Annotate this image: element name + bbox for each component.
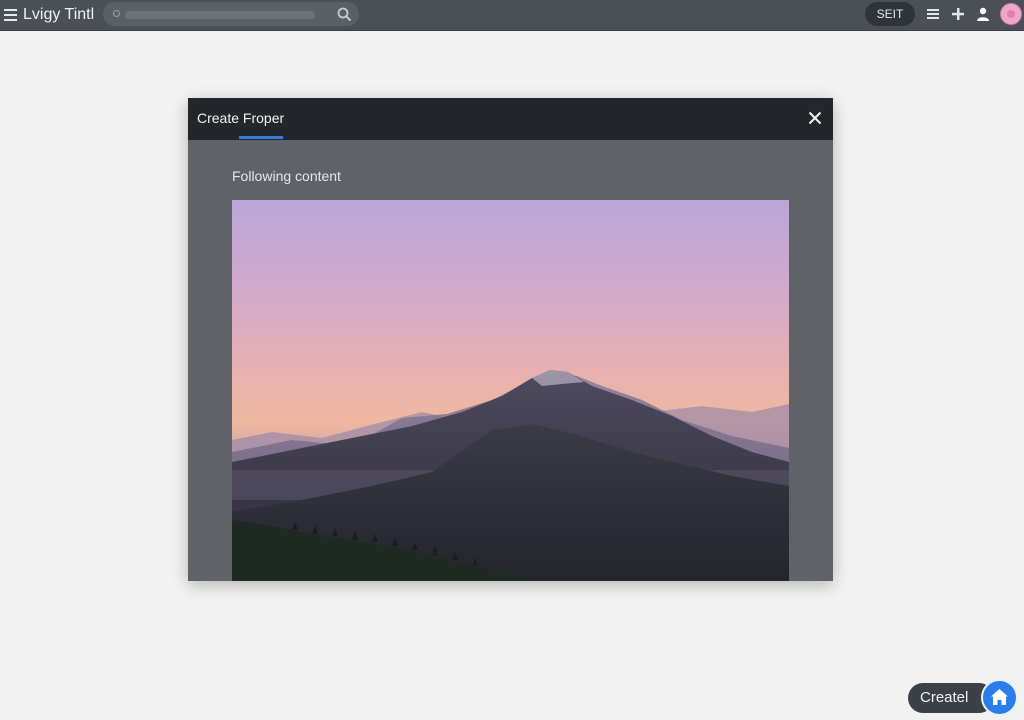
mountain-photo (232, 200, 789, 581)
seit-button[interactable]: SEIT (865, 2, 915, 26)
home-icon (991, 689, 1008, 705)
section-label: Following content (232, 168, 341, 184)
create-dialog: Create Froper Following content (188, 98, 833, 581)
dialog-header: Create Froper (188, 98, 833, 140)
plus-icon[interactable] (950, 6, 966, 22)
search-small-icon (113, 10, 120, 17)
search-input[interactable] (125, 5, 415, 25)
app-title: Lvigy Tintl (23, 6, 95, 23)
avatar[interactable] (1000, 3, 1022, 25)
search-bar[interactable] (103, 2, 415, 26)
top-bar: Lvigy Tintl SEIT (0, 0, 1024, 31)
menu-icon[interactable] (4, 8, 18, 22)
title-tab-indicator (239, 136, 283, 139)
list-icon[interactable] (925, 6, 941, 22)
home-button[interactable] (981, 679, 1018, 716)
close-icon[interactable] (807, 110, 823, 126)
search-icon[interactable] (337, 7, 351, 21)
user-icon[interactable] (975, 6, 991, 22)
dialog-title: Create Froper (197, 110, 285, 126)
